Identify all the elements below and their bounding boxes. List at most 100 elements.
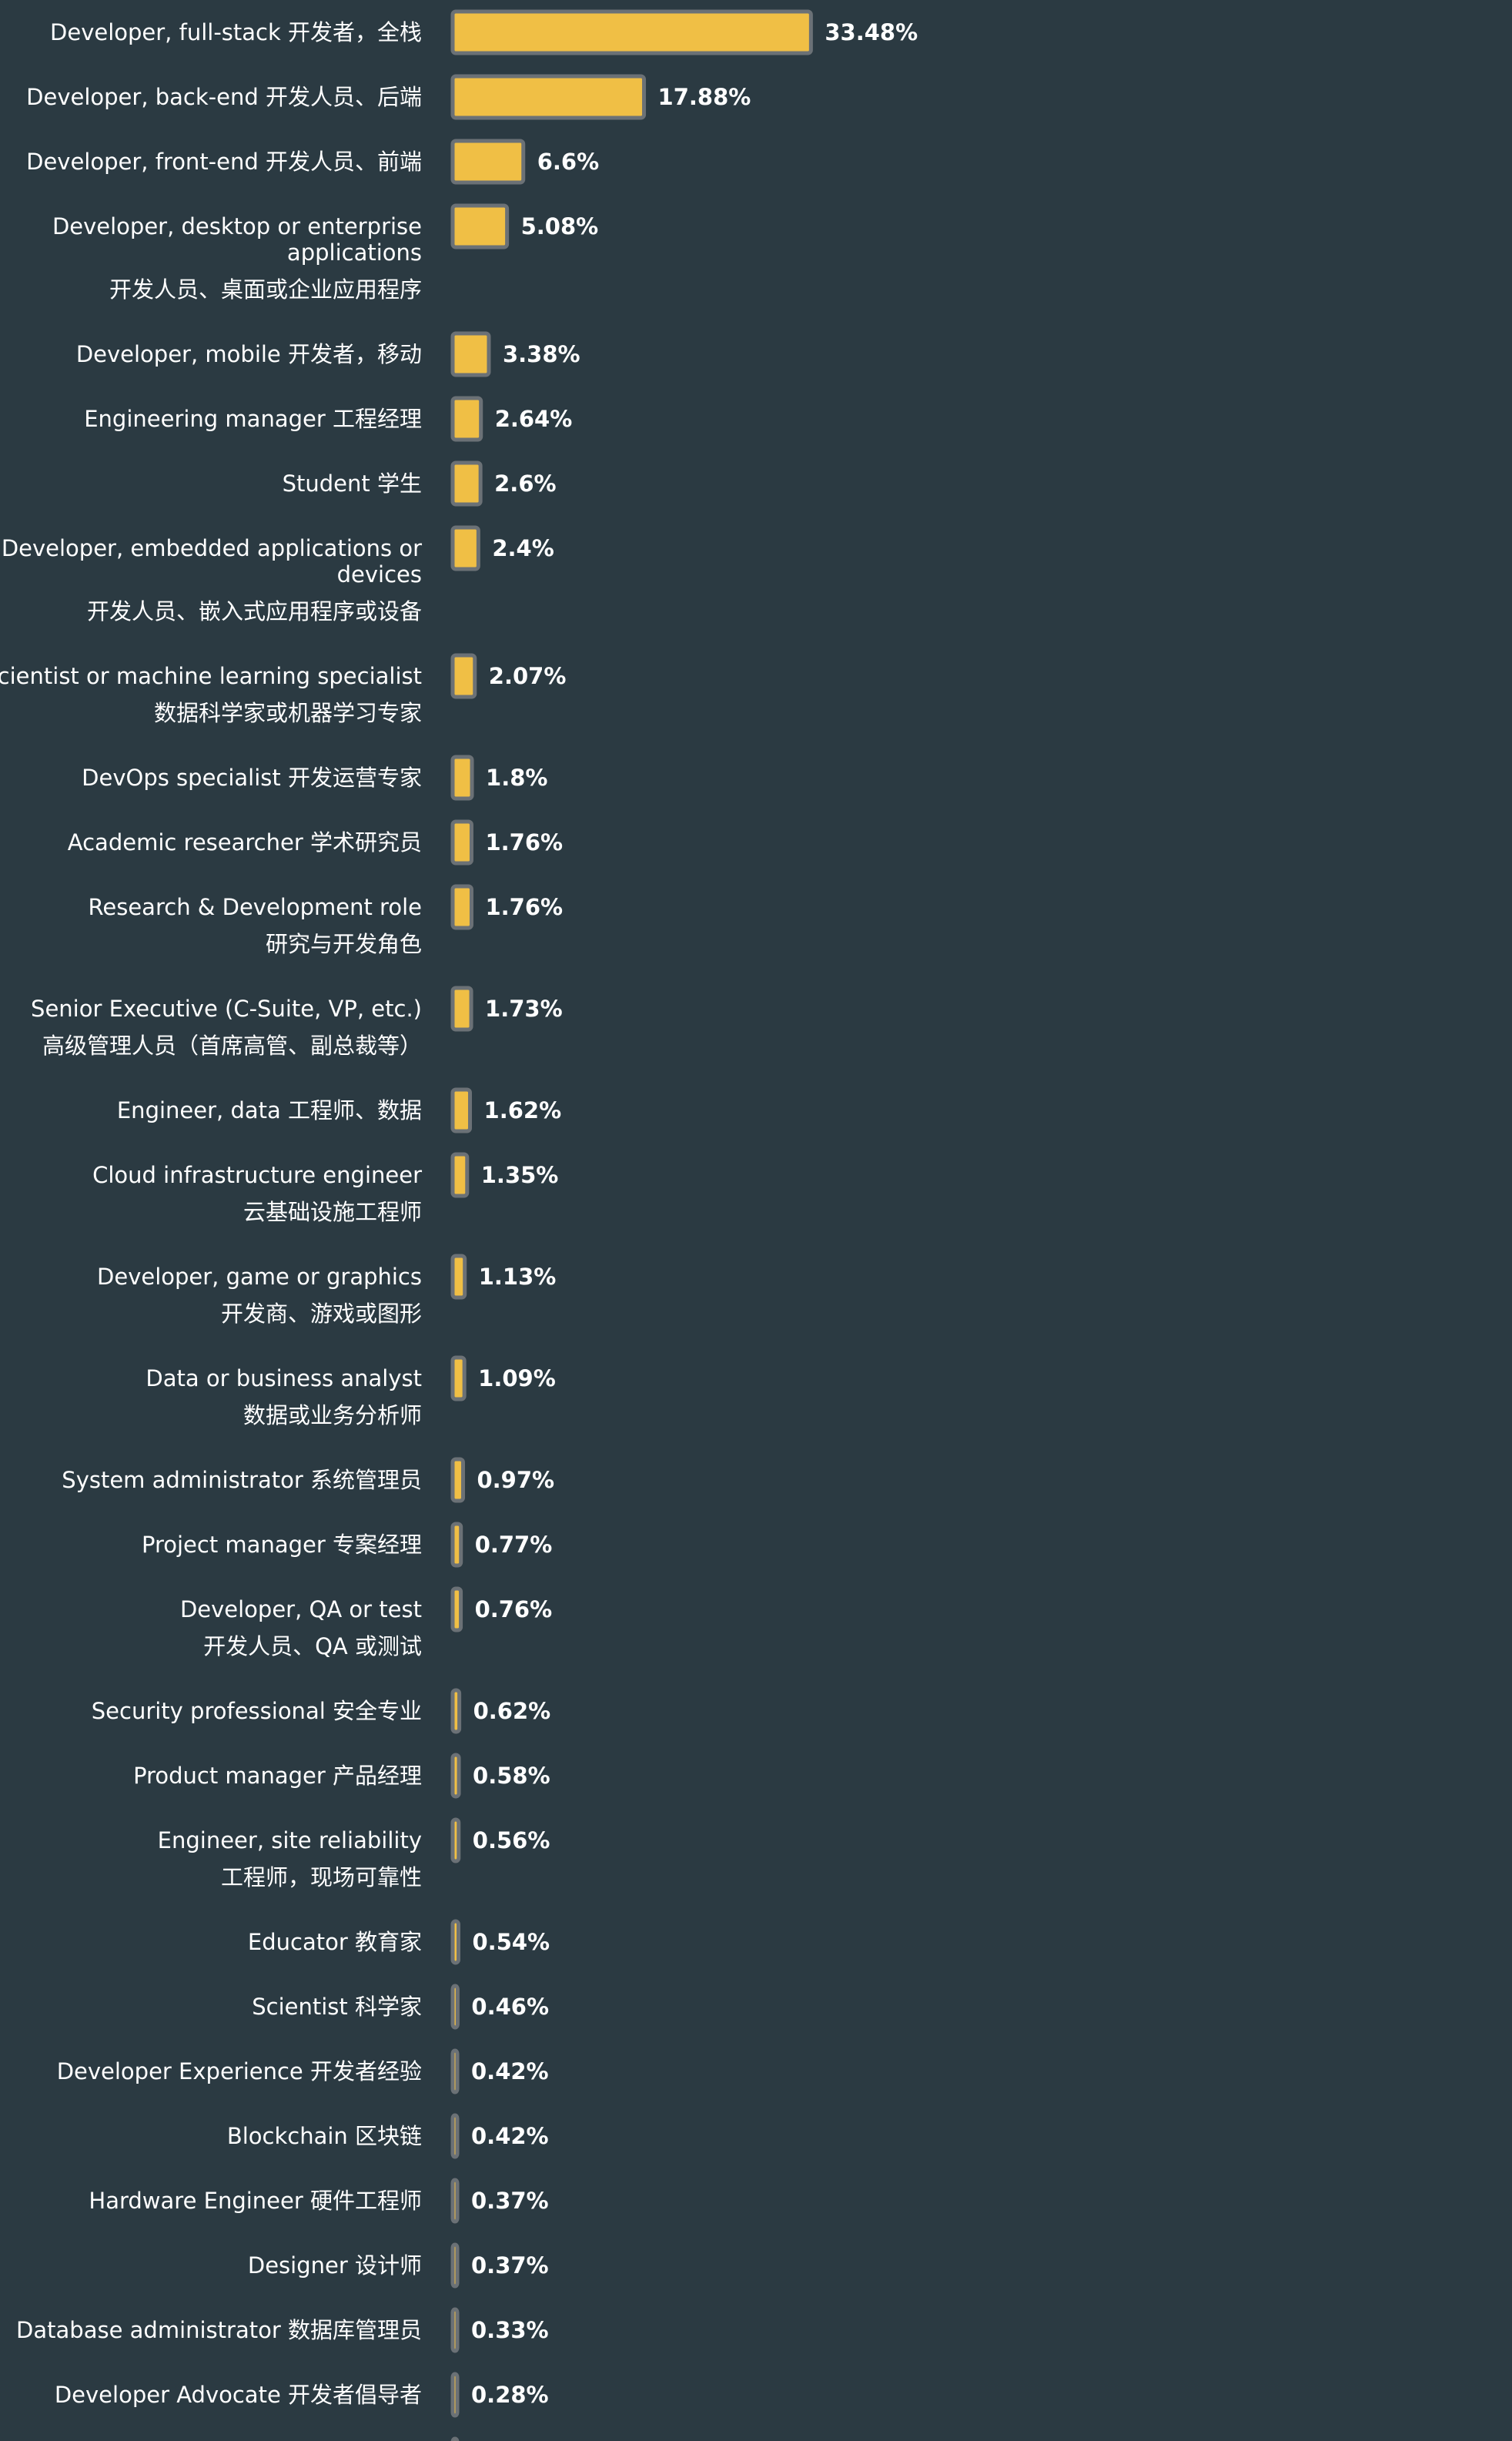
category-label: Developer, desktop or enterprise bbox=[52, 213, 422, 239]
bar bbox=[450, 1457, 465, 1503]
bar bbox=[450, 2242, 460, 2289]
value-label: 33.48% bbox=[825, 19, 918, 45]
value-label: 1.09% bbox=[478, 1365, 556, 1391]
value-label: 2.6% bbox=[494, 470, 556, 497]
bar bbox=[450, 1152, 470, 1198]
category-label: Developer, full-stack 开发者，全栈 bbox=[50, 19, 422, 45]
category-label: 开发人员、嵌入式应用程序或设备 bbox=[87, 598, 422, 624]
category-label: 开发人员、QA 或测试 bbox=[203, 1633, 422, 1659]
value-label: 1.13% bbox=[479, 1264, 557, 1290]
category-labels: Developer, full-stack 开发者，全栈 Developer, b… bbox=[0, 19, 422, 2408]
category-label: applications bbox=[287, 239, 422, 266]
bar bbox=[450, 74, 647, 120]
value-labels: 33.48% 17.88% 6.6% 5.08% 3.38% 2.64% 2.6% 2.4% 2… bbox=[471, 19, 918, 2408]
category-label: devices bbox=[337, 561, 422, 588]
bar bbox=[450, 1254, 467, 1300]
value-label: 3.38% bbox=[503, 341, 580, 367]
value-label: 0.42% bbox=[471, 2058, 549, 2084]
bar bbox=[450, 139, 526, 185]
category-label: Academic researcher 学术研究员 bbox=[68, 829, 422, 856]
value-label: 0.28% bbox=[471, 2382, 549, 2408]
bar bbox=[450, 1355, 467, 1401]
category-label: Scientist 科学家 bbox=[252, 1994, 422, 2020]
value-label: 0.97% bbox=[477, 1467, 554, 1493]
bar bbox=[450, 755, 474, 801]
bar bbox=[450, 1688, 462, 1734]
category-label: Student 学生 bbox=[283, 470, 422, 497]
category-label: 开发人员、桌面或企业应用程序 bbox=[109, 276, 422, 303]
category-label: 云基础设施工程师 bbox=[243, 1199, 422, 1225]
category-label: Security professional 安全专业 bbox=[92, 1698, 422, 1724]
bar bbox=[450, 1087, 473, 1133]
category-label: Developer, QA or test bbox=[180, 1596, 422, 1622]
bar bbox=[450, 1919, 461, 1965]
value-label: 0.42% bbox=[471, 2123, 549, 2149]
value-label: 0.76% bbox=[475, 1596, 553, 1622]
bar bbox=[450, 2178, 460, 2224]
value-label: 1.35% bbox=[481, 1162, 559, 1188]
bar bbox=[450, 2113, 460, 2159]
value-label: 2.4% bbox=[492, 535, 554, 561]
category-label: Engineer, data 工程师、数据 bbox=[117, 1097, 422, 1123]
value-label: 2.64% bbox=[495, 406, 573, 432]
bar bbox=[450, 9, 813, 55]
bar bbox=[450, 331, 491, 377]
category-label: System administrator 系统管理员 bbox=[62, 1467, 422, 1493]
category-label: Developer, mobile 开发者，移动 bbox=[76, 341, 422, 367]
value-label: 1.8% bbox=[486, 765, 547, 791]
value-label: 0.37% bbox=[471, 2188, 549, 2214]
value-label: 0.37% bbox=[471, 2252, 549, 2279]
value-label: 0.77% bbox=[475, 1532, 553, 1558]
value-label: 0.33% bbox=[471, 2317, 549, 2343]
bar bbox=[450, 653, 477, 699]
category-label: Data or business analyst bbox=[146, 1365, 422, 1391]
category-label: Developer, embedded applications or bbox=[2, 535, 422, 561]
bar bbox=[450, 525, 480, 571]
value-label: 0.46% bbox=[471, 1994, 549, 2020]
category-label: Cloud infrastructure engineer bbox=[92, 1162, 422, 1188]
category-label: Data scientist or machine learning speci… bbox=[0, 663, 422, 689]
bar bbox=[450, 819, 473, 866]
value-label: 5.08% bbox=[521, 213, 599, 239]
category-label: Database administrator 数据库管理员 bbox=[16, 2317, 422, 2343]
bar bbox=[450, 396, 483, 442]
value-label: 0.58% bbox=[473, 1763, 550, 1789]
value-label: 1.62% bbox=[484, 1097, 562, 1123]
category-label: Designer 设计师 bbox=[248, 2252, 422, 2279]
value-label: 6.6% bbox=[537, 149, 599, 175]
category-label: Developer, game or graphics bbox=[97, 1264, 422, 1290]
value-label: 2.07% bbox=[489, 663, 567, 689]
category-label: Developer Advocate 开发者倡导者 bbox=[55, 2382, 422, 2408]
value-label: 1.76% bbox=[485, 894, 563, 920]
category-label: Developer, front-end 开发人员、前端 bbox=[26, 149, 422, 175]
category-label: Research & Development role bbox=[89, 894, 422, 920]
value-label: 0.56% bbox=[473, 1827, 550, 1853]
category-label: Hardware Engineer 硬件工程师 bbox=[89, 2188, 422, 2214]
bar bbox=[450, 2307, 460, 2353]
category-label: 高级管理人员（首席高管、副总裁等） bbox=[42, 1033, 422, 1059]
category-label: Blockchain 区块链 bbox=[227, 2123, 422, 2149]
category-label: 数据或业务分析师 bbox=[243, 1402, 422, 1428]
category-label: Educator 教育家 bbox=[248, 1929, 422, 1955]
bar bbox=[450, 2372, 460, 2418]
horizontal-bar-chart: Developer, full-stack 开发者，全栈 Developer, b… bbox=[0, 9, 918, 2441]
value-label: 1.73% bbox=[485, 996, 563, 1022]
bar bbox=[450, 1586, 463, 1632]
category-label: Developer, back-end 开发人员、后端 bbox=[26, 84, 422, 110]
bar bbox=[450, 1522, 463, 1568]
category-label: 数据科学家或机器学习专家 bbox=[154, 700, 422, 726]
value-label: 17.88% bbox=[658, 84, 751, 110]
category-label: 工程师，现场可靠性 bbox=[221, 1864, 422, 1890]
category-label: 开发商、游戏或图形 bbox=[221, 1301, 422, 1327]
category-label: Senior Executive (C-Suite, VP, etc.) bbox=[31, 996, 422, 1022]
category-label: Product manager 产品经理 bbox=[133, 1763, 422, 1789]
category-label: Engineering manager 工程经理 bbox=[84, 406, 422, 432]
value-label: 0.54% bbox=[473, 1929, 550, 1955]
category-label: 研究与开发角色 bbox=[266, 931, 422, 957]
bar bbox=[450, 203, 510, 249]
bar bbox=[450, 1753, 461, 1799]
bar bbox=[450, 884, 473, 930]
category-label: Project manager 专案经理 bbox=[142, 1532, 422, 1558]
value-label: 1.76% bbox=[485, 829, 563, 856]
category-label: Engineer, site reliability bbox=[158, 1827, 422, 1853]
